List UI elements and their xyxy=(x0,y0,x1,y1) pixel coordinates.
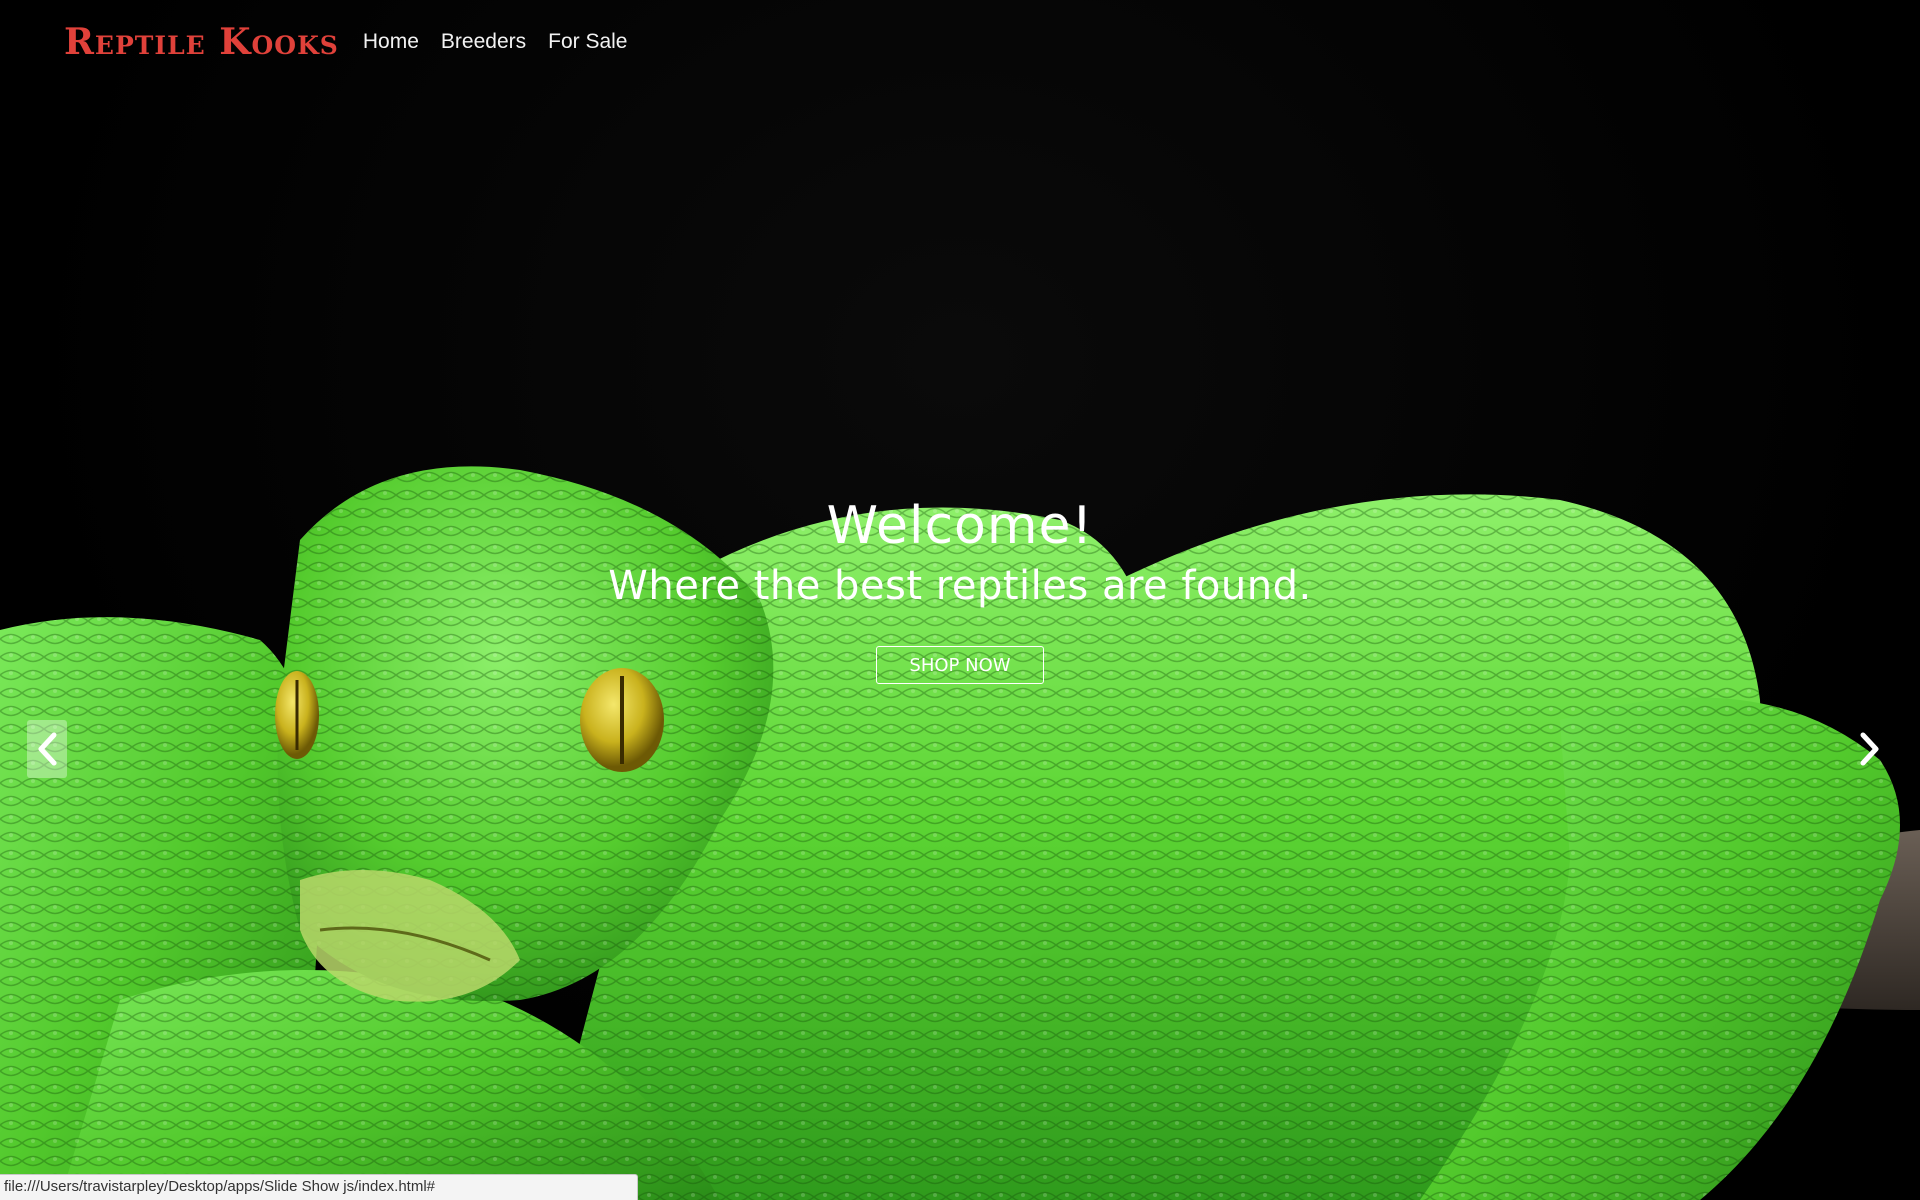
nav-item-breeders[interactable]: Breeders xyxy=(441,24,526,60)
brand-logo[interactable]: Reptile Kooks xyxy=(64,21,339,63)
nav-item-for-sale[interactable]: For Sale xyxy=(548,24,627,60)
nav-links: Home Breeders For Sale xyxy=(363,24,628,60)
page: Reptile Kooks Home Breeders For Sale Wel… xyxy=(0,0,1920,1200)
chevron-right-icon xyxy=(1860,732,1879,766)
hero-subtitle: Where the best reptiles are found. xyxy=(608,563,1312,609)
status-bar-url: file:///Users/travistarpley/Desktop/apps… xyxy=(0,1174,638,1200)
chevron-left-icon xyxy=(38,732,57,766)
hero-title: Welcome! xyxy=(826,496,1094,556)
hero-caption: Welcome! Where the best reptiles are fou… xyxy=(0,490,1920,684)
carousel-prev-button[interactable] xyxy=(27,720,67,778)
shop-now-button[interactable]: SHOP NOW xyxy=(876,646,1044,684)
nav-item-home[interactable]: Home xyxy=(363,24,419,60)
carousel-next-button[interactable] xyxy=(1850,720,1890,778)
navbar: Reptile Kooks Home Breeders For Sale xyxy=(0,0,1920,84)
